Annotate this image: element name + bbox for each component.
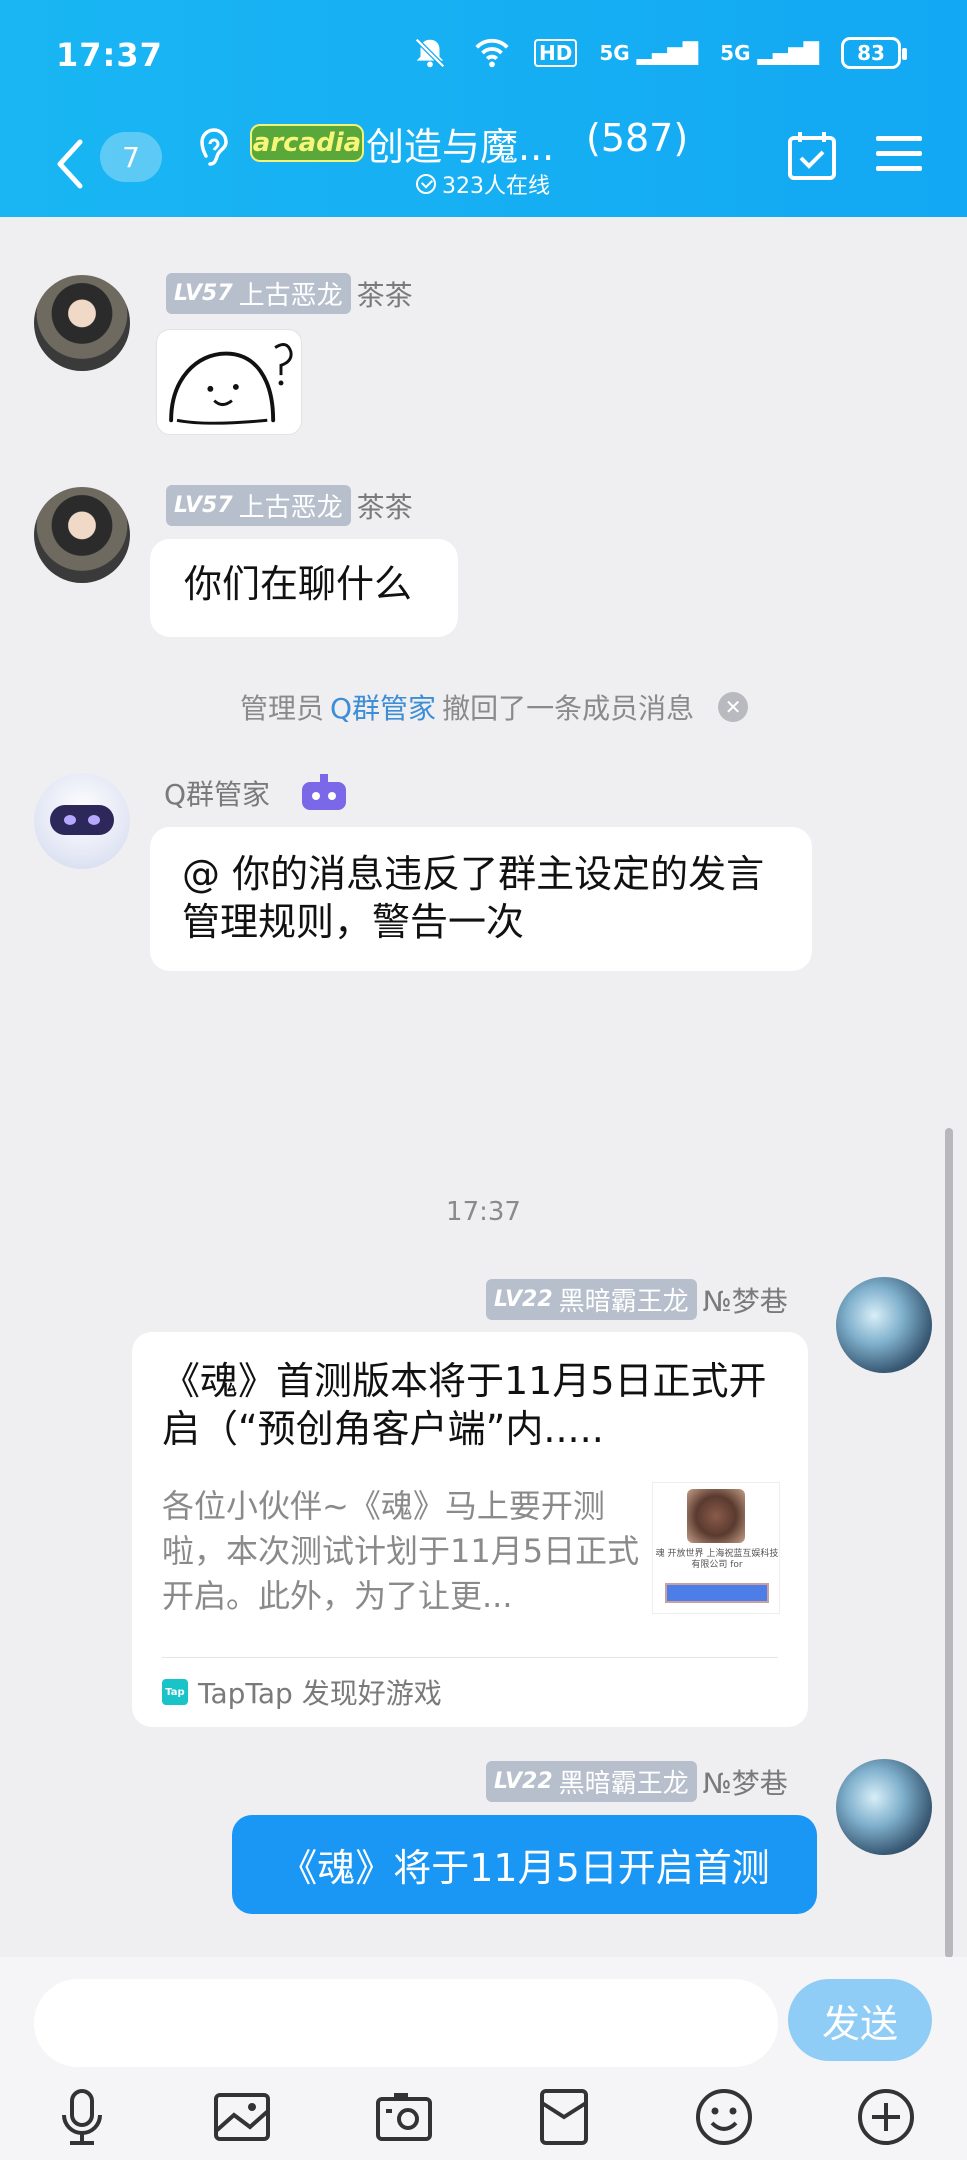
sender-name[interactable]: №梦巷 bbox=[703, 1762, 788, 1802]
card-title: 《魂》首测版本将于11月5日正式开启（“预创角客户端”内..... bbox=[162, 1359, 767, 1451]
send-button[interactable]: 发送 bbox=[788, 1979, 932, 2061]
share-card[interactable]: 《魂》首测版本将于11月5日正式开启（“预创角客户端”内..... 各位小伙伴~… bbox=[132, 1332, 808, 1727]
ear-icon[interactable] bbox=[196, 122, 232, 174]
status-time: 17:37 bbox=[56, 36, 163, 74]
chat-navbar: 7 arcadia 创造与魔... (587) 323人在线 bbox=[0, 110, 967, 217]
header: 17:37 HD 5G ▂▄▆█ 5G ▂▄▆█ 83 7 arcadia 创造… bbox=[0, 0, 967, 217]
message-bubble[interactable]: 你们在聊什么 bbox=[150, 539, 458, 637]
menu-icon[interactable] bbox=[876, 134, 922, 174]
wifi-icon bbox=[475, 38, 509, 68]
chat-area[interactable]: LV57 上古恶龙 茶茶 LV57 上古恶龙 茶茶 你们在聊什么 管理员 Q群管家 撤回… bbox=[0, 217, 967, 1957]
taptap-icon: Tap bbox=[162, 1679, 188, 1705]
card-thumbnail: 魂 开放世界 上海祝蓝互娱科技有限公司 for bbox=[652, 1482, 780, 1614]
avatar[interactable] bbox=[836, 1277, 932, 1373]
level-badge: LV57 上古恶龙 bbox=[166, 273, 351, 314]
online-count: 323人在线 bbox=[442, 174, 550, 199]
red-packet-icon[interactable] bbox=[534, 2087, 594, 2147]
sender-info: LV22 黑暗霸王龙 №梦巷 bbox=[486, 1279, 788, 1320]
thumbnail-text: 魂 开放世界 上海祝蓝互娱科技有限公司 for bbox=[655, 1549, 779, 1570]
card-source: Tap TapTap 发现好游戏 bbox=[162, 1672, 442, 1712]
scrollbar[interactable] bbox=[945, 1128, 953, 1958]
unread-count-badge[interactable]: 7 bbox=[100, 132, 162, 182]
level-badge: LV22 黑暗霸王龙 bbox=[486, 1279, 697, 1320]
my-message-bubble[interactable]: 《魂》将于11月5日开启首测 bbox=[232, 1815, 817, 1914]
input-area: 发送 bbox=[0, 1957, 967, 2160]
emoji-icon[interactable] bbox=[694, 2087, 754, 2147]
card-description: 各位小伙伴~《魂》马上要开测啦，本次测试计划于11月5日正式开启。此外，为了让更… bbox=[162, 1487, 640, 1615]
thumbnail-button bbox=[665, 1583, 769, 1603]
plus-icon[interactable] bbox=[856, 2087, 916, 2147]
robot-icon bbox=[302, 774, 346, 810]
online-status: 323人在线 bbox=[416, 168, 550, 200]
sticker-image[interactable] bbox=[156, 329, 302, 435]
close-icon[interactable]: ✕ bbox=[718, 692, 749, 722]
status-icons: HD 5G ▂▄▆█ 5G ▂▄▆█ 83 bbox=[410, 34, 907, 72]
message-input[interactable] bbox=[34, 1979, 778, 2067]
sender-info: LV57 上古恶龙 茶茶 bbox=[166, 273, 413, 314]
back-arrow-icon[interactable] bbox=[50, 134, 90, 194]
timestamp: 17:37 bbox=[446, 1197, 521, 1227]
signal-5g-2: 5G ▂▄▆█ bbox=[720, 41, 819, 65]
online-check-icon bbox=[416, 174, 436, 194]
status-bar: 17:37 HD 5G ▂▄▆█ 5G ▂▄▆█ 83 bbox=[0, 0, 967, 110]
group-title[interactable]: 创造与魔... bbox=[366, 116, 554, 171]
game-icon bbox=[687, 1489, 745, 1543]
calendar-check-icon[interactable] bbox=[786, 130, 838, 182]
avatar[interactable] bbox=[34, 275, 130, 371]
avatar[interactable] bbox=[836, 1759, 932, 1855]
bot-sender-name[interactable]: Q群管家 bbox=[164, 773, 270, 813]
sender-name[interactable]: 茶茶 bbox=[357, 274, 413, 314]
level-badge: LV57 上古恶龙 bbox=[166, 485, 351, 526]
system-notice: 管理员 Q群管家 撤回了一条成员消息 ✕ bbox=[240, 687, 749, 727]
divider bbox=[162, 1657, 778, 1658]
image-icon[interactable] bbox=[212, 2087, 272, 2147]
sender-info: LV22 黑暗霸王龙 №梦巷 bbox=[486, 1761, 788, 1802]
member-count[interactable]: (587) bbox=[586, 116, 688, 160]
bot-avatar[interactable] bbox=[34, 773, 130, 869]
bot-message-bubble[interactable]: @ 你的消息违反了群主设定的发言管理规则，警告一次 bbox=[150, 827, 812, 971]
group-logo: arcadia bbox=[250, 124, 364, 162]
admin-link[interactable]: Q群管家 bbox=[330, 687, 436, 727]
sender-name[interactable]: №梦巷 bbox=[703, 1280, 788, 1320]
sender-info: LV57 上古恶龙 茶茶 bbox=[166, 485, 413, 526]
camera-icon[interactable] bbox=[374, 2087, 434, 2147]
avatar[interactable] bbox=[34, 487, 130, 583]
source-label: TapTap 发现好游戏 bbox=[198, 1677, 442, 1710]
level-badge: LV22 黑暗霸王龙 bbox=[486, 1761, 697, 1802]
mute-bell-icon bbox=[414, 38, 445, 68]
input-toolbar bbox=[0, 2087, 967, 2157]
microphone-icon[interactable] bbox=[52, 2087, 112, 2147]
sender-name[interactable]: 茶茶 bbox=[357, 486, 413, 526]
battery-icon: 83 bbox=[841, 37, 907, 69]
signal-5g-1: 5G ▂▄▆█ bbox=[599, 41, 699, 65]
hd-indicator: HD bbox=[533, 39, 578, 67]
